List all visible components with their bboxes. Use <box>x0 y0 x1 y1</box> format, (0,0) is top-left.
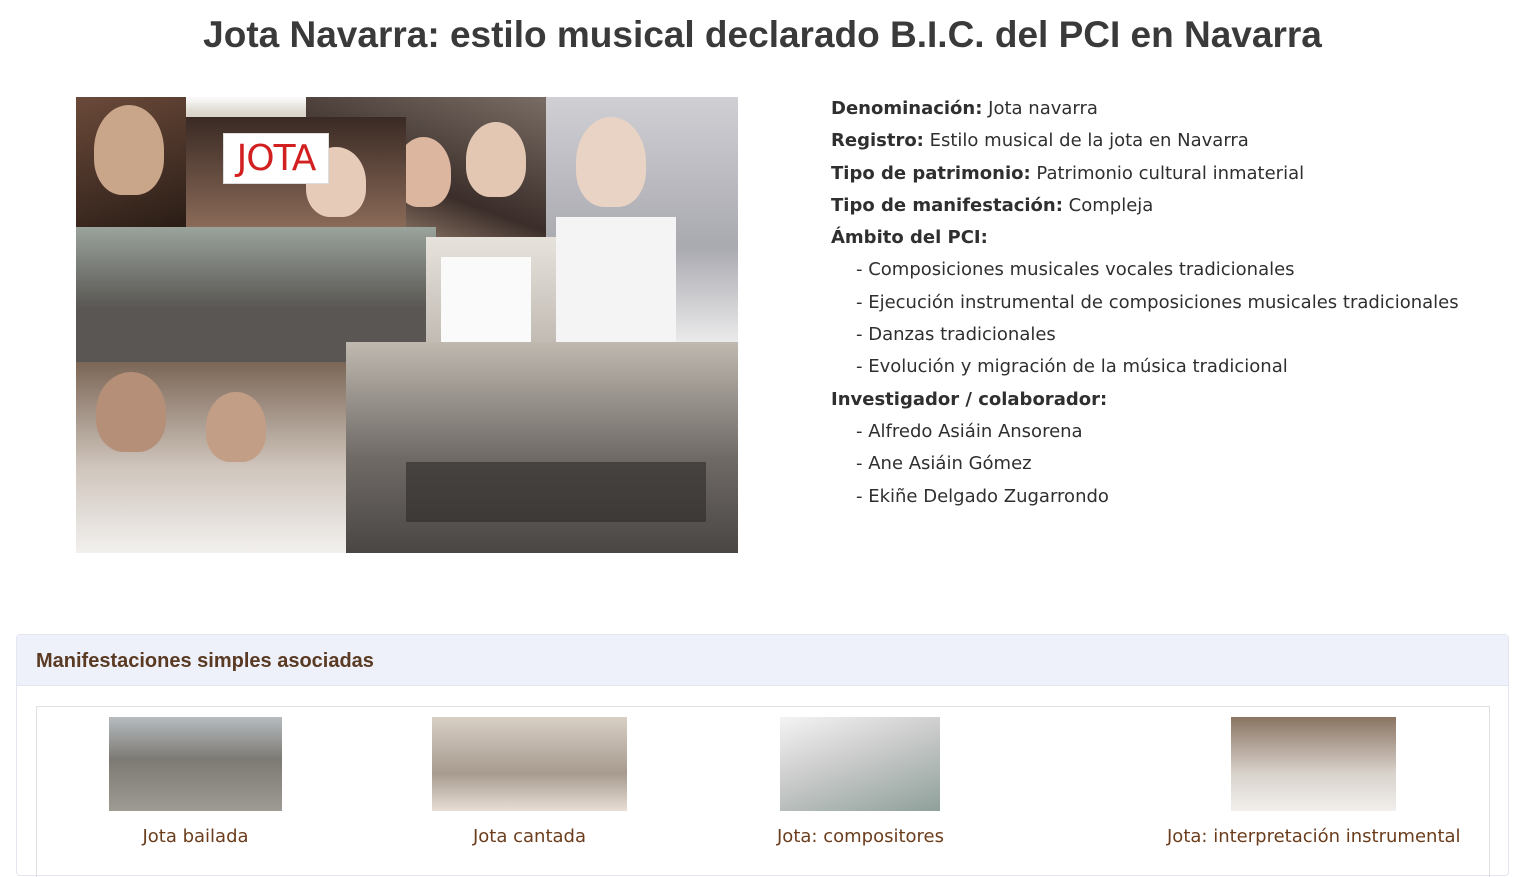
registro-value: Estilo musical de la jota en Navarra <box>929 130 1249 152</box>
bic-details-list: Denominación: Jota navarra Registro: Est… <box>831 96 1491 516</box>
tipo-patrimonio-value: Patrimonio cultural inmaterial <box>1036 162 1305 184</box>
investigador-item: - Ekiñe Delgado Zugarrondo <box>856 485 1109 507</box>
card-jota-compositores[interactable]: Jota: compositores <box>777 717 944 847</box>
ambito-item: - Composiciones musicales vocales tradic… <box>856 259 1295 281</box>
tipo-patrimonio-label: Tipo de patrimonio: <box>831 162 1031 184</box>
ambito-item: - Danzas tradicionales <box>856 324 1056 346</box>
card-caption[interactable]: Jota: interpretación instrumental <box>1167 826 1461 847</box>
manifestations-grid: Jota bailada Jota cantada Jota: composit… <box>36 706 1490 877</box>
thumbnail-jota-interpretacion-instrumental[interactable] <box>1231 717 1397 811</box>
card-jota-bailada[interactable]: Jota bailada <box>109 717 282 847</box>
collage-photo-flute-players <box>76 362 356 553</box>
jota-collage-image: JOTA <box>76 97 738 553</box>
tipo-patrimonio-row: Tipo de patrimonio: Patrimonio cultural … <box>831 161 1491 193</box>
registro-label: Registro: <box>831 130 924 152</box>
denominacion-label: Denominación: <box>831 98 983 119</box>
page-title: Jota Navarra: estilo musical declarado B… <box>203 14 1322 55</box>
associated-manifestations-panel: Manifestaciones simples asociadas Jota b… <box>16 634 1509 877</box>
ambito-label: Ámbito del PCI: <box>831 227 988 249</box>
collage-photo-soloist <box>546 97 738 347</box>
tipo-manifestacion-label: Tipo de manifestación: <box>831 194 1063 216</box>
ambito-item: - Evolución y migración de la música tra… <box>856 356 1288 378</box>
card-jota-interpretacion-instrumental[interactable]: Jota: interpretación instrumental <box>1167 717 1461 847</box>
thumbnail-jota-compositores[interactable] <box>780 717 941 811</box>
tipo-manifestacion-row: Tipo de manifestación: Compleja <box>831 193 1491 225</box>
investigador-item: - Ane Asiáin Gómez <box>856 453 1032 475</box>
tipo-manifestacion-value: Compleja <box>1068 194 1154 216</box>
thumbnail-jota-cantada[interactable] <box>432 717 627 811</box>
denominacion-value: Jota navarra <box>988 98 1098 119</box>
ambito-row: Ámbito del PCI: <box>831 225 1491 257</box>
card-jota-cantada[interactable]: Jota cantada <box>432 717 627 847</box>
denominacion-row: Denominación: Jota navarra <box>831 96 1491 128</box>
ambito-item: - Ejecución instrumental de composicione… <box>856 291 1459 313</box>
investigador-label: Investigador / colaborador: <box>831 388 1108 410</box>
investigador-row: Investigador / colaborador: <box>831 387 1491 419</box>
registro-row: Registro: Estilo musical de la jota en N… <box>831 128 1491 160</box>
jota-sign: JOTA <box>223 133 329 184</box>
panel-heading: Manifestaciones simples asociadas <box>17 635 1508 686</box>
thumbnail-jota-bailada[interactable] <box>109 717 282 811</box>
investigador-item: - Alfredo Asiáin Ansorena <box>856 420 1083 442</box>
card-caption[interactable]: Jota cantada <box>432 826 627 847</box>
card-caption[interactable]: Jota bailada <box>109 826 282 847</box>
collage-photo-elder-singer <box>76 97 186 227</box>
card-caption[interactable]: Jota: compositores <box>777 826 944 847</box>
collage-photo-band-concert <box>346 342 738 553</box>
